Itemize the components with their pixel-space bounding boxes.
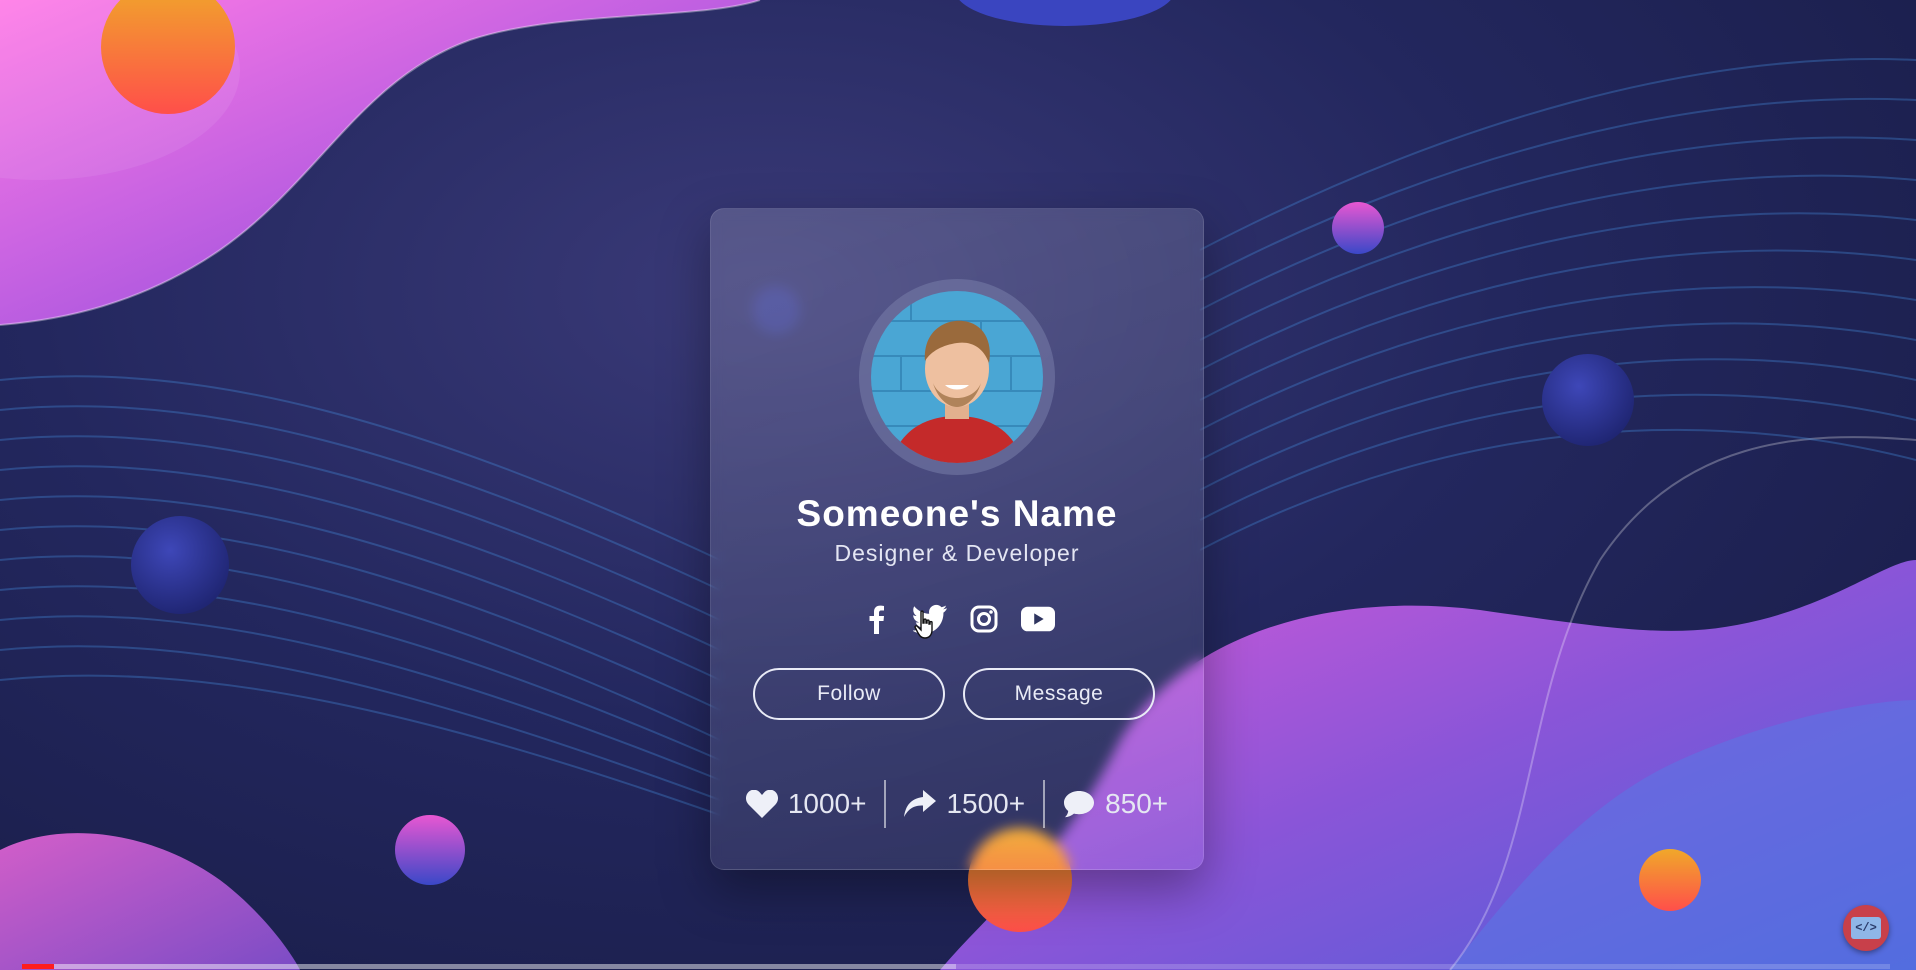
youtube-icon: [1021, 606, 1055, 632]
comments-count: 850+: [1105, 788, 1169, 819]
shares-count: 1500+: [946, 788, 1026, 819]
progress-buffered: [22, 964, 956, 969]
profile-name: Someone's Name: [796, 493, 1118, 534]
code-icon: </>: [1851, 917, 1881, 939]
instagram-link[interactable]: [967, 602, 1001, 636]
likes-stat: 1000+: [728, 788, 885, 820]
avatar: [871, 291, 1043, 463]
stats-row: 1000+ 1500+ 850+: [711, 779, 1203, 829]
shares-stat: 1500+: [886, 788, 1043, 820]
social-links: [711, 599, 1203, 639]
facebook-icon: [869, 605, 884, 634]
profile-card: Someone's Name Designer & Developer Foll…: [710, 208, 1204, 870]
message-button[interactable]: Message: [963, 668, 1155, 720]
comments-stat: 850+: [1045, 788, 1186, 820]
heart-icon: [745, 790, 778, 818]
likes-count: 1000+: [787, 788, 867, 819]
comment-icon: [1064, 791, 1095, 818]
channel-badge[interactable]: </>: [1843, 905, 1889, 951]
share-icon: [904, 790, 937, 817]
youtube-link[interactable]: [1021, 602, 1055, 636]
video-progress-bar[interactable]: [22, 964, 1890, 969]
avatar-ring: [859, 279, 1055, 475]
progress-played: [22, 964, 54, 969]
hand-cursor-icon: [914, 610, 933, 639]
follow-button[interactable]: Follow: [753, 668, 945, 720]
facebook-link[interactable]: [859, 602, 893, 636]
instagram-icon: [970, 605, 998, 633]
profile-role: Designer & Developer: [834, 540, 1080, 566]
